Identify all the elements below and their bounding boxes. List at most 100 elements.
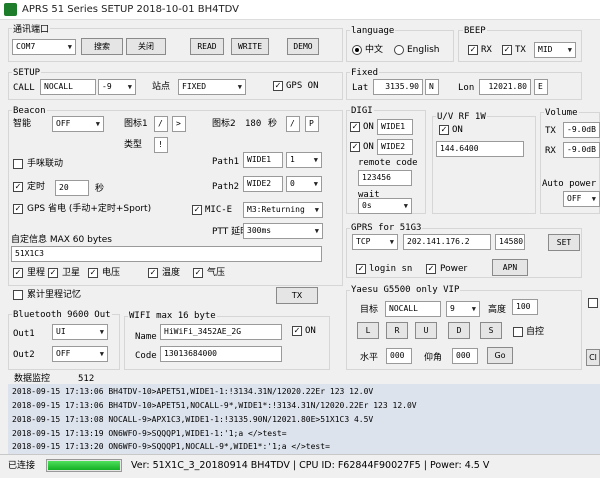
rotor-left-button[interactable]: L: [357, 322, 379, 339]
app-icon: [4, 3, 17, 16]
wifi-code-input[interactable]: 13013684000: [160, 346, 282, 362]
wait-select[interactable]: 0s ▼: [358, 198, 412, 214]
horizontal-label: 水平: [360, 353, 379, 363]
accum-checkbox[interactable]: [13, 290, 23, 300]
uv-on-checkbox[interactable]: [439, 125, 449, 135]
type-input[interactable]: !: [154, 137, 168, 153]
target-n-select[interactable]: 9 ▼: [446, 301, 480, 317]
type-label: 类型: [124, 140, 143, 150]
path2-input[interactable]: WIDE2: [243, 176, 283, 192]
beep-tx-label: TX: [515, 45, 526, 55]
gps-on-checkbox[interactable]: [273, 81, 283, 91]
path2-n-select[interactable]: 0 ▼: [286, 176, 322, 192]
remote-input[interactable]: 123456: [358, 170, 412, 186]
english-label: English: [407, 45, 440, 55]
icon1-label: 图标1: [124, 119, 148, 129]
rotor-right-button[interactable]: R: [386, 322, 408, 339]
lat-dir-input[interactable]: N: [425, 79, 439, 95]
out1-select[interactable]: UI ▼: [52, 324, 108, 340]
station-select[interactable]: FIXED ▼: [178, 79, 246, 95]
mileage-checkbox[interactable]: [13, 268, 23, 278]
vol-tx-label: TX: [545, 126, 556, 136]
path1-input[interactable]: WIDE1: [243, 152, 283, 168]
vol-tx-input[interactable]: -9.0dB: [563, 122, 600, 138]
demo-button[interactable]: DEMO: [287, 38, 319, 55]
power-checkbox[interactable]: [426, 264, 436, 274]
auto-control-checkbox[interactable]: [513, 327, 523, 337]
vol-rx-input[interactable]: -9.0dB: [563, 142, 600, 158]
search-button[interactable]: 搜索: [81, 38, 123, 55]
wide2-input[interactable]: WIDE2: [377, 139, 413, 155]
gprs-port-input[interactable]: 14580: [495, 234, 525, 250]
lon-input[interactable]: 12021.80: [479, 79, 531, 95]
height-input[interactable]: 100: [512, 299, 538, 315]
rotor-stop-button[interactable]: S: [480, 322, 502, 339]
go-button[interactable]: Go: [487, 347, 513, 364]
chinese-radio[interactable]: [352, 45, 362, 55]
write-button[interactable]: WRITE: [231, 38, 269, 55]
call-input[interactable]: NOCALL: [40, 79, 96, 95]
log-list[interactable]: 2018-09-15 17:13:06 BH4TDV-10>APET51,WID…: [8, 384, 600, 454]
chevron-down-icon: ▼: [313, 156, 318, 164]
icon2-label: 图标2: [212, 119, 236, 129]
auto-power-select[interactable]: OFF ▼: [563, 191, 600, 207]
gprs-proto-select[interactable]: TCP ▼: [352, 234, 398, 250]
digi-on2-checkbox[interactable]: [350, 142, 360, 152]
wifi-name-input[interactable]: HiWiFi_3452AE_2G: [160, 324, 282, 340]
voltage-checkbox[interactable]: [88, 268, 98, 278]
icon1-a-input[interactable]: /: [154, 116, 168, 132]
wifi-on-checkbox[interactable]: [292, 326, 302, 336]
info-input[interactable]: 51X1C3: [11, 246, 322, 262]
ptt-select[interactable]: 300ms ▼: [243, 223, 323, 239]
lon-dir-input[interactable]: E: [534, 79, 548, 95]
horizontal-input[interactable]: 000: [386, 348, 412, 364]
auto-control-label: 自控: [526, 327, 545, 337]
gprs-ip-input[interactable]: 202.141.176.2: [403, 234, 491, 250]
uv-freq-input[interactable]: 144.6400: [436, 141, 524, 157]
icon2-a-input[interactable]: /: [286, 116, 300, 132]
icon2-b-input[interactable]: P: [305, 116, 319, 132]
lat-input[interactable]: 3135.90: [373, 79, 423, 95]
rotor-up-button[interactable]: U: [415, 322, 437, 339]
read-button[interactable]: READ: [190, 38, 224, 55]
gps-save-checkbox[interactable]: [13, 204, 23, 214]
icon1-b-input[interactable]: >: [172, 116, 186, 132]
path1-n-select[interactable]: 1 ▼: [286, 152, 322, 168]
timer-unit: 秒: [95, 184, 105, 194]
out2-label: Out2: [13, 350, 35, 360]
accum-label: 累计里程记忆: [27, 290, 82, 300]
mice-select[interactable]: M3:Returning ▼: [243, 202, 323, 218]
apn-button[interactable]: APN: [492, 259, 528, 276]
port-select[interactable]: COM7 ▼: [12, 39, 76, 55]
satellite-checkbox[interactable]: [48, 268, 58, 278]
gprs-set-button[interactable]: SET: [548, 234, 580, 251]
digi-on1-checkbox[interactable]: [350, 122, 360, 132]
wifi-on-label: ON: [305, 326, 316, 336]
wide1-input[interactable]: WIDE1: [377, 119, 413, 135]
pressure-checkbox[interactable]: [193, 268, 203, 278]
temperature-checkbox[interactable]: [148, 268, 158, 278]
mice-checkbox[interactable]: [192, 205, 202, 215]
clear-button[interactable]: Cl: [586, 349, 600, 366]
manual-checkbox[interactable]: [13, 159, 23, 169]
side-checkbox[interactable]: [588, 298, 598, 308]
tx-button[interactable]: TX: [276, 287, 318, 304]
target-input[interactable]: NOCALL: [385, 301, 441, 317]
beep-group-label: BEEP: [463, 25, 487, 37]
out2-select[interactable]: OFF ▼: [52, 346, 108, 362]
beep-level-select[interactable]: MID ▼: [534, 42, 576, 58]
port-group-label: 通讯端口: [12, 24, 51, 36]
timer-checkbox[interactable]: [13, 182, 23, 192]
english-radio[interactable]: [394, 45, 404, 55]
login-sn-checkbox[interactable]: [356, 264, 366, 274]
ssid-select[interactable]: -9 ▼: [98, 79, 136, 95]
close-button[interactable]: 关闭: [126, 38, 166, 55]
rotor-down-button[interactable]: D: [448, 322, 470, 339]
smart-select[interactable]: OFF ▼: [52, 116, 104, 132]
timer-input[interactable]: 20: [55, 180, 89, 196]
wifi-code-label: Code: [135, 351, 157, 361]
beep-tx-checkbox[interactable]: [502, 45, 512, 55]
elevation-input[interactable]: 000: [452, 348, 478, 364]
beep-rx-checkbox[interactable]: [468, 45, 478, 55]
yaesu-group-label: Yaesu G5500 only VIP: [350, 284, 461, 296]
